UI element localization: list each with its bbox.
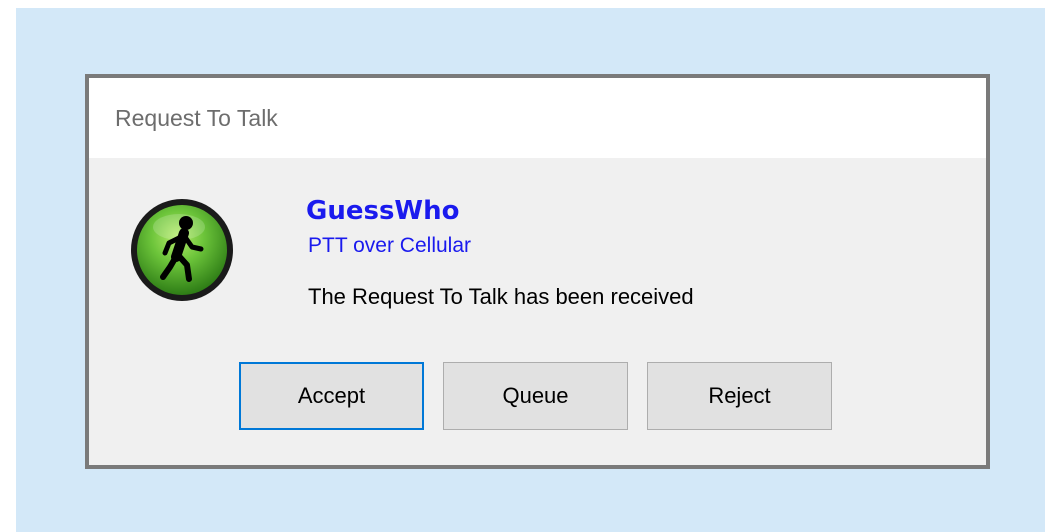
caller-channel: PTT over Cellular	[308, 234, 471, 257]
dialog-body: GuessWho PTT over Cellular The Request T…	[89, 158, 986, 465]
status-message: The Request To Talk has been received	[308, 284, 694, 309]
reject-button[interactable]: Reject	[647, 362, 832, 430]
accept-button[interactable]: Accept	[239, 362, 424, 430]
request-to-talk-dialog: Request To Talk GuessWho PTT over Cellul…	[85, 74, 990, 469]
queue-button[interactable]: Queue	[443, 362, 628, 430]
dialog-titlebar: Request To Talk	[89, 78, 986, 158]
dialog-title: Request To Talk	[115, 104, 278, 131]
walking-person-icon	[131, 199, 233, 301]
caller-name: GuessWho	[306, 196, 460, 226]
